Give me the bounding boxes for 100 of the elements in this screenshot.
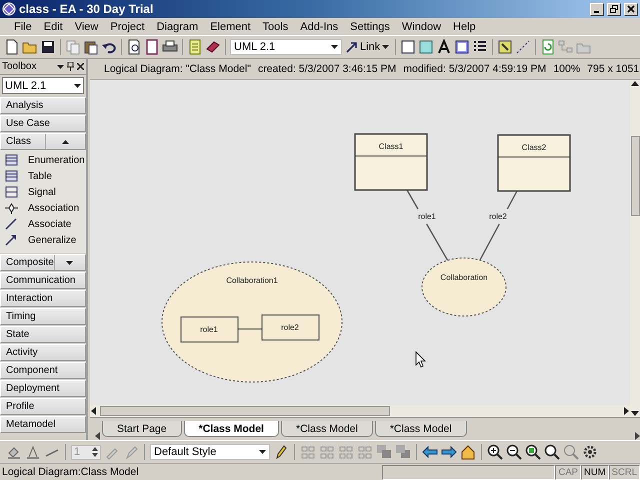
pin-icon[interactable] <box>67 62 74 71</box>
toolbox-group[interactable]: Class <box>0 133 86 150</box>
menu-item[interactable]: Element <box>204 20 257 32</box>
caret-icon[interactable] <box>259 450 266 454</box>
diagram-tab[interactable]: *Class Model <box>374 421 467 437</box>
role-label: role1 <box>418 212 436 221</box>
toolbox-group[interactable]: Timing <box>0 308 86 325</box>
toolbox-item[interactable]: Associate <box>28 218 72 230</box>
connector-line <box>238 328 262 330</box>
diagram-tab[interactable]: *Class Model <box>280 421 373 437</box>
scroll-right-icon[interactable] <box>622 407 630 415</box>
panel-title: Toolbox <box>2 61 38 72</box>
line-color-icon[interactable] <box>25 444 41 460</box>
close-button[interactable] <box>624 2 638 16</box>
created-date: created: 5/3/2007 3:46:15 PM <box>258 63 396 75</box>
spinner-arrows-icon[interactable] <box>92 447 98 457</box>
menu-item[interactable]: Tools <box>256 20 294 32</box>
arrow-icon <box>346 41 358 53</box>
close-icon[interactable] <box>77 63 84 70</box>
diagram-name: Logical Diagram: "Class Model" <box>104 63 251 75</box>
scroll-right-icon[interactable] <box>634 432 640 440</box>
association-icon <box>5 202 18 214</box>
menu-item[interactable]: Edit <box>38 20 69 32</box>
role-label: role2 <box>489 212 507 221</box>
class-name: Class1 <box>378 142 404 151</box>
toolbox-group[interactable]: Profile <box>0 398 86 415</box>
toolbox-item[interactable]: Generalize <box>28 234 76 246</box>
expand-icon[interactable] <box>66 260 74 264</box>
paste-icon[interactable] <box>83 39 99 55</box>
zoom-icon[interactable] <box>544 444 560 460</box>
toolbox-group[interactable]: Interaction <box>0 290 86 307</box>
menu-item[interactable]: Project <box>104 20 151 32</box>
dashed-line-icon[interactable] <box>515 39 532 55</box>
status-text: Logical Diagram:Class Model <box>1 466 140 478</box>
style-dropdown[interactable]: Default Style <box>150 444 270 460</box>
caret-icon[interactable] <box>74 84 81 88</box>
close-icon <box>627 5 635 13</box>
link-button[interactable]: Link <box>344 41 392 53</box>
menu-item[interactable]: Settings <box>344 20 396 32</box>
toolbox-group[interactable]: Composite <box>0 254 86 271</box>
zoom-out-icon[interactable] <box>506 444 522 460</box>
toolbox-group[interactable]: Deployment <box>0 380 86 397</box>
text-icon[interactable] <box>436 39 452 55</box>
diagram-tab[interactable]: *Class Model <box>184 421 279 437</box>
toolbox-group[interactable]: Communication <box>0 272 86 289</box>
collaboration-name: Collaboration <box>440 273 488 282</box>
square-icon[interactable] <box>400 39 416 55</box>
menu-item[interactable]: View <box>68 20 104 32</box>
dropdown-icon[interactable] <box>57 64 64 68</box>
vertical-scrollbar[interactable] <box>630 136 640 216</box>
profile-dropdown[interactable]: UML 2.1 <box>230 39 342 55</box>
save-icon[interactable] <box>40 39 56 55</box>
window-title: class - EA - 30 Day Trial <box>19 2 154 16</box>
menu-item[interactable]: File <box>8 20 38 32</box>
toolbox-item[interactable]: Enumeration <box>28 154 85 166</box>
zoom-in-icon[interactable] <box>487 444 503 460</box>
part-node <box>262 314 320 340</box>
association-line <box>479 190 518 261</box>
restore-icon <box>610 5 618 13</box>
toolbox-group[interactable]: Analysis <box>0 97 86 114</box>
part-node <box>180 316 238 342</box>
toolbox-group[interactable]: Metamodel <box>0 416 86 433</box>
caret-icon[interactable] <box>382 45 390 49</box>
menu-item[interactable]: Help <box>447 20 482 32</box>
scroll-left-icon[interactable] <box>90 407 98 415</box>
back-icon[interactable] <box>422 444 438 460</box>
toolbox-item[interactable]: Table <box>28 170 52 182</box>
diagram-size: 795 x 1051 <box>587 63 640 75</box>
caret-icon[interactable] <box>331 45 338 49</box>
menu-item[interactable]: Diagram <box>150 20 204 32</box>
toolbox-item[interactable]: Association <box>28 202 80 214</box>
horizontal-scrollbar[interactable] <box>100 406 390 416</box>
menu-item[interactable]: Add-Ins <box>294 20 344 32</box>
zoom-fit-icon[interactable] <box>525 444 541 460</box>
new-file-icon[interactable] <box>4 39 20 55</box>
refresh-icon[interactable] <box>540 39 556 55</box>
toolbox-item[interactable]: Signal <box>28 186 56 198</box>
document-icon[interactable] <box>144 39 160 55</box>
toolbox-group[interactable]: Use Case <box>0 115 86 132</box>
profile-dropdown[interactable]: UML 2.1 <box>2 77 84 94</box>
toolbox-group[interactable]: Component <box>0 362 86 379</box>
part-name: role1 <box>200 325 218 334</box>
toolbox-group[interactable]: State <box>0 326 86 343</box>
line-icon <box>5 218 18 230</box>
minimize-button[interactable] <box>590 2 604 16</box>
collaboration-name: Collaboration1 <box>226 276 278 285</box>
collapse-icon[interactable] <box>62 140 69 144</box>
menu-item[interactable]: Window <box>396 20 448 32</box>
diagram-tab[interactable]: Start Page <box>102 421 182 437</box>
toolbox-group[interactable]: Activity <box>0 344 86 361</box>
scroll-up-icon[interactable] <box>631 80 639 88</box>
forward-icon[interactable] <box>441 444 457 460</box>
key-indicator: SCRL <box>608 464 640 480</box>
table-icon <box>5 170 18 182</box>
gear-icon[interactable] <box>582 444 598 460</box>
home-icon[interactable] <box>460 444 476 460</box>
app-logo-icon <box>2 2 16 16</box>
restore-button[interactable] <box>607 2 621 16</box>
print-preview-icon[interactable] <box>126 39 142 55</box>
scroll-left-icon[interactable] <box>94 432 100 440</box>
